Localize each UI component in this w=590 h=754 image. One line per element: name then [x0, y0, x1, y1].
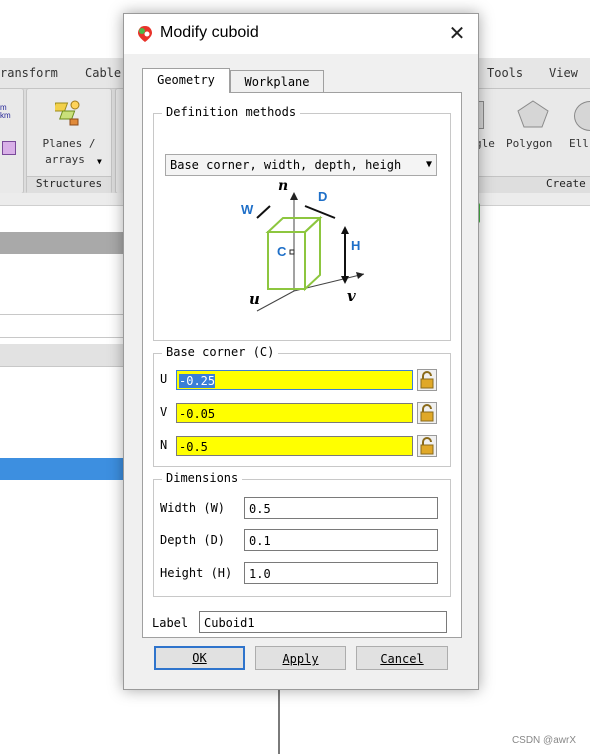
- background-selected-row[interactable]: [0, 458, 125, 480]
- watermark: CSDN @awrX: [511, 735, 576, 746]
- apply-button-label: Apply: [282, 652, 319, 666]
- background-input[interactable]: [0, 314, 125, 338]
- lock-v-icon[interactable]: [417, 402, 437, 424]
- depth-field-label: Depth (D): [160, 533, 226, 547]
- lock-u-icon[interactable]: [417, 369, 437, 391]
- planes-label-2[interactable]: arrays: [33, 153, 97, 166]
- u-coordinate-input[interactable]: -0.25: [176, 370, 413, 390]
- cuboid-diagram: n u v W D H C: [239, 178, 379, 314]
- dimensions-group: Dimensions Width (W) 0.5 Depth (D) 0.1 H…: [153, 471, 451, 597]
- corner-c-label: C: [277, 244, 287, 259]
- background-divider: [278, 688, 280, 754]
- planes-arrays-icon[interactable]: [51, 99, 85, 127]
- tab-geometry[interactable]: Geometry: [142, 68, 230, 93]
- label-input[interactable]: Cuboid1: [199, 611, 447, 633]
- shape-label-ellipse[interactable]: Ell: [569, 137, 589, 150]
- depth-d-label: D: [318, 189, 328, 204]
- height-input[interactable]: 1.0: [244, 562, 438, 584]
- base-corner-group: Base corner (C) U -0.25 V -0.05 N -0.5: [153, 345, 451, 467]
- n-coordinate-input[interactable]: -0.5: [176, 436, 413, 456]
- close-icon: ✕: [448, 23, 466, 45]
- definition-methods-label: Definition methods: [162, 105, 301, 119]
- menu-tools[interactable]: Tools: [487, 66, 523, 80]
- definition-method-value: Base corner, width, depth, heigh: [170, 158, 402, 172]
- dialog-title: Modify cuboid: [160, 24, 259, 41]
- lock-n-icon[interactable]: [417, 435, 437, 457]
- background-panel-header: [0, 232, 125, 254]
- axis-u-label: u: [249, 290, 260, 308]
- planes-dropdown-icon[interactable]: ▼: [97, 157, 102, 166]
- v-field-label: V: [160, 405, 168, 419]
- definition-methods-group: Definition methods Base corner, width, d…: [153, 105, 451, 341]
- u-selected-value: -0.25: [179, 374, 216, 388]
- u-field-label: U: [160, 372, 168, 386]
- polygon-icon[interactable]: [516, 99, 550, 129]
- ribbon-group-left: m km: [0, 88, 24, 194]
- cancel-button[interactable]: Cancel: [356, 646, 448, 670]
- depth-input[interactable]: 0.1: [244, 529, 438, 551]
- menu-cable[interactable]: Cable: [85, 66, 121, 80]
- dimensions-label: Dimensions: [162, 471, 243, 485]
- structures-group-label: Structures: [27, 176, 111, 193]
- ok-button[interactable]: OK: [154, 646, 245, 670]
- width-field-label: Width (W): [160, 501, 226, 515]
- apply-button[interactable]: Apply: [255, 646, 346, 670]
- base-corner-label: Base corner (C): [162, 345, 279, 359]
- planes-label-1[interactable]: Planes /: [37, 137, 101, 150]
- background-panel-bar: [0, 344, 125, 367]
- shape-label-polygon[interactable]: Polygon: [506, 137, 552, 150]
- axis-v-label: v: [347, 287, 356, 305]
- tab-workplane[interactable]: Workplane: [230, 70, 324, 93]
- ribbon-group-structures: Planes / arrays ▼ Structures: [26, 88, 112, 194]
- dialog-titlebar[interactable]: Modify cuboid ✕: [124, 14, 478, 54]
- label-field-label: Label: [152, 616, 189, 630]
- units-icon-text-km: km: [0, 111, 11, 120]
- height-field-label: Height (H): [160, 566, 233, 580]
- close-button[interactable]: ✕: [444, 22, 470, 46]
- height-h-label: H: [351, 238, 361, 253]
- menu-view[interactable]: View: [549, 66, 578, 80]
- width-input[interactable]: 0.5: [244, 497, 438, 519]
- app-icon: [136, 25, 154, 43]
- ellipse-icon[interactable]: [574, 101, 590, 131]
- n-field-label: N: [160, 438, 168, 452]
- width-w-label: W: [241, 202, 254, 217]
- geometry-tab-panel: Definition methods Base corner, width, d…: [142, 92, 462, 638]
- axis-n-label: n: [278, 178, 289, 194]
- definition-method-select[interactable]: Base corner, width, depth, heigh ▼: [165, 154, 437, 176]
- ok-button-label: OK: [192, 651, 207, 665]
- menu-transform[interactable]: ransform: [0, 66, 58, 80]
- chevron-down-icon: ▼: [425, 159, 432, 170]
- v-coordinate-input[interactable]: -0.05: [176, 403, 413, 423]
- create-group-label: Create: [478, 176, 590, 193]
- cube-small-icon[interactable]: [2, 141, 16, 155]
- cancel-button-label: Cancel: [380, 652, 424, 666]
- ribbon-group-create: gle Polygon Ell Create: [472, 88, 590, 194]
- modify-cuboid-dialog: Modify cuboid ✕ Geometry Workplane Defin…: [123, 13, 479, 690]
